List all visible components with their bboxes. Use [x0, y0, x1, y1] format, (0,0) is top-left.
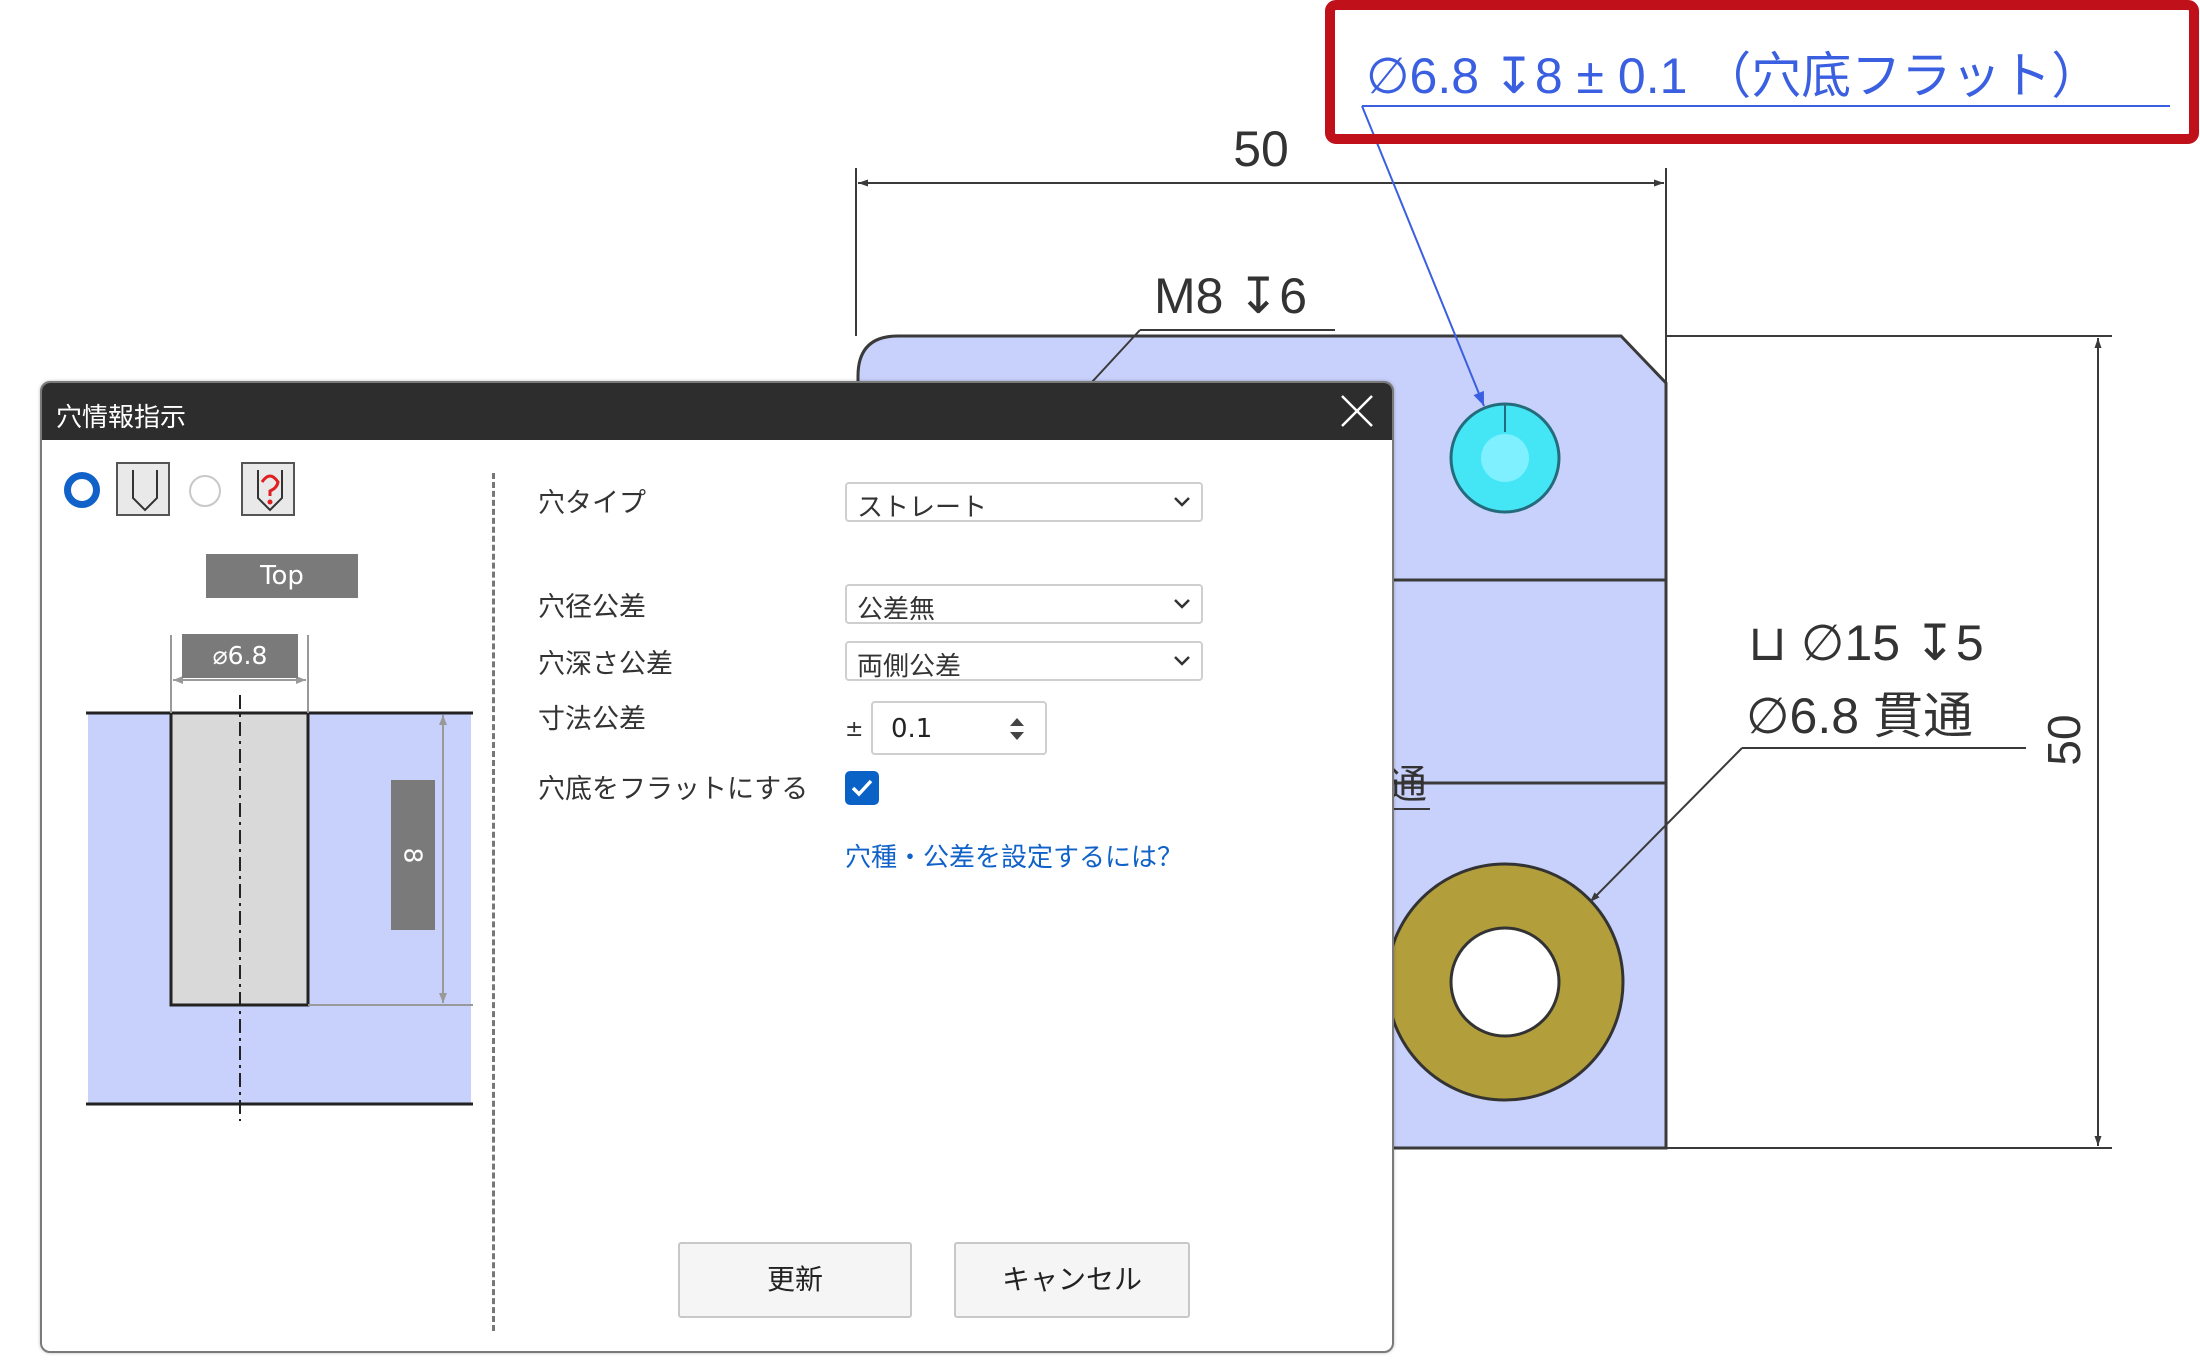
checkmark-icon	[851, 779, 873, 797]
chevron-down-icon	[1174, 599, 1190, 609]
plus-minus-sign: ±	[845, 717, 864, 742]
hole-type-value: ストレート	[857, 493, 988, 523]
depth-label: 8	[391, 780, 435, 930]
cancel-button[interactable]: キャンセル	[954, 1242, 1190, 1318]
depth-tolerance-value: 両側公差	[857, 652, 962, 682]
dimension-right-label: 50	[2038, 714, 2090, 765]
update-button[interactable]: 更新	[678, 1242, 912, 1318]
tolerance-value: 0.1	[891, 714, 933, 744]
spinner-arrows-icon[interactable]	[1007, 715, 1027, 743]
chevron-down-icon	[1174, 656, 1190, 666]
counterbore-label-line1: ⊔ ∅15 ↧5	[1748, 615, 1984, 671]
flat-bottom-checkbox[interactable]	[845, 771, 879, 805]
panel-separator	[492, 473, 495, 1331]
tolerance-number-input[interactable]: 0.1	[871, 701, 1047, 755]
diameter-tolerance-value: 公差無	[857, 595, 936, 625]
hole-type-label: 穴タイプ	[538, 488, 646, 519]
dimension-tolerance-label: 寸法公差	[538, 704, 646, 735]
m8-tap-label: M8 ↧6	[1154, 268, 1307, 324]
close-icon	[1341, 395, 1373, 427]
dimension-top-label: 50	[1233, 121, 1289, 177]
depth-tolerance-select[interactable]: 両側公差	[845, 641, 1203, 682]
diameter-label: ⌀6.8	[182, 634, 298, 678]
help-link[interactable]: 穴種・公差を設定するには？	[845, 837, 1183, 874]
depth-value: 8	[398, 847, 428, 863]
hole-type-select[interactable]: ストレート	[845, 482, 1203, 523]
diameter-tolerance-label: 穴径公差	[538, 592, 646, 623]
hole-callout-text[interactable]: ∅6.8 ↧8 ± 0.1 （穴底フラット）	[1366, 48, 2101, 104]
depth-tolerance-label: 穴深さ公差	[538, 649, 673, 680]
close-button[interactable]	[1322, 383, 1392, 440]
hole-inner-highlight	[1481, 434, 1529, 482]
diameter-tolerance-select[interactable]: 公差無	[845, 584, 1203, 625]
flat-bottom-label: 穴底をフラットにする	[538, 774, 809, 805]
counterbore-label-line2: ∅6.8 貫通	[1746, 688, 1973, 744]
chevron-down-icon	[1174, 497, 1190, 507]
hole-info-dialog: 穴情報指示 Top ⌀6.8 8 穴タイプ ストレート 穴径公差 公差無 穴深さ…	[40, 381, 1394, 1353]
through-hole	[1449, 926, 1561, 1038]
